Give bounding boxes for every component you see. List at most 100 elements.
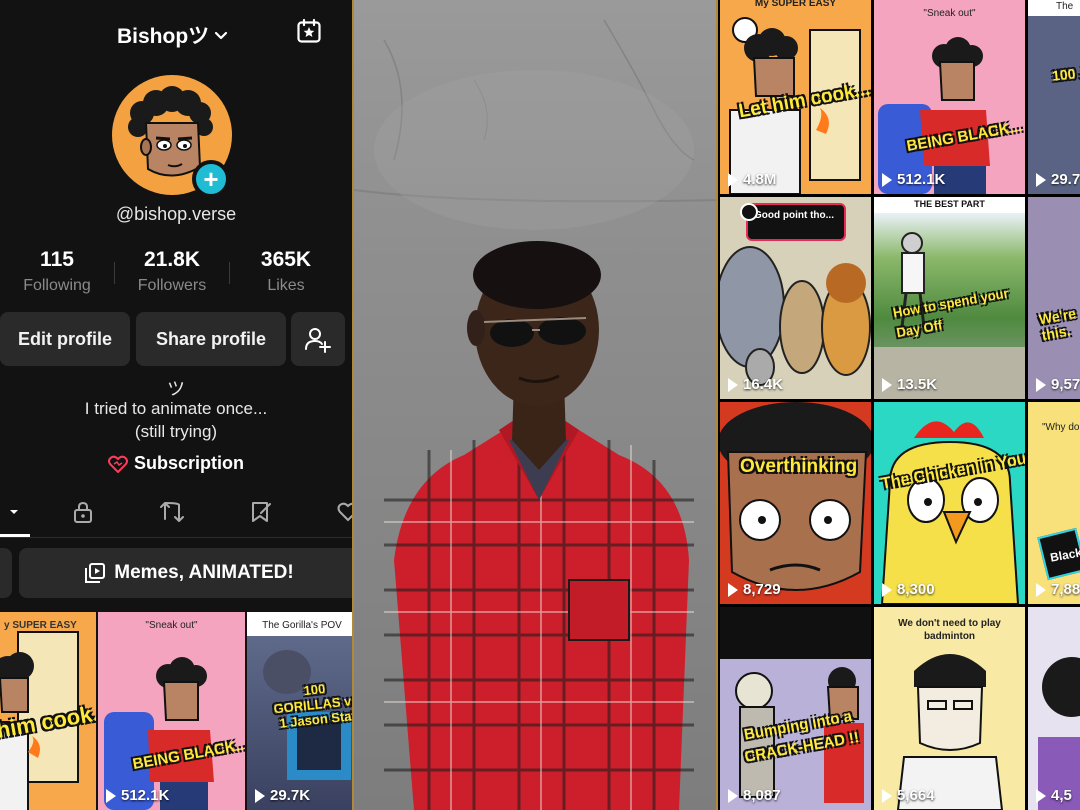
thumb-caption: 100 J	[1051, 64, 1080, 84]
following-count: 115	[40, 248, 74, 271]
video-thumbnail[interactable]: We don't need to play badminton 5,664	[874, 607, 1025, 810]
photo-panel	[352, 0, 718, 810]
video-grid: My SUPER EASY Let him cook... 4.8M "Snea…	[718, 0, 1080, 810]
thumb-illustration	[104, 657, 214, 810]
bio-line-2: (still trying)	[134, 422, 218, 441]
thumb-caption: We're this.	[1037, 305, 1078, 344]
add-story-button[interactable]: +	[192, 160, 230, 198]
play-icon	[728, 172, 738, 187]
lock-icon	[74, 501, 92, 523]
thumb-illustration	[878, 37, 990, 194]
profile-header: Bishopツ ⋮	[0, 18, 352, 48]
view-count-value: 4.8M	[743, 171, 777, 188]
video-thumbnail[interactable]: Bumping into a CRACK-HEAD !! 8,087	[720, 607, 871, 810]
view-count: 5,664	[882, 787, 935, 804]
view-count: 512.1K	[106, 787, 169, 804]
video-thumbnail[interactable]: Overthinking 8,729	[720, 402, 871, 604]
video-thumbnail[interactable]: The Gorilla's POV 100 GORILLAS vs 1 Jaso…	[247, 612, 352, 810]
play-icon	[1036, 172, 1046, 187]
stat-divider	[229, 262, 230, 284]
view-count: 9,57	[1036, 376, 1080, 393]
more-icon[interactable]: ⋮	[344, 20, 352, 46]
video-thumbnail[interactable]: "Sneak out" BEING BLACK... 512.1K	[874, 0, 1025, 194]
view-count-value: 7,88	[1051, 581, 1080, 598]
repost-icon	[160, 502, 184, 522]
playlist-chip[interactable]: Memes, ANIMATED!	[19, 548, 352, 598]
view-count-value: 9,57	[1051, 376, 1080, 393]
video-thumbnail[interactable]: The 100 J 29.7	[1028, 0, 1080, 194]
edit-profile-button[interactable]: Edit profile	[0, 312, 130, 366]
video-thumbnail[interactable]: y SUPER EASY him cook...	[0, 612, 96, 810]
view-count-value: 4,5	[1051, 787, 1072, 804]
view-count: 29.7K	[255, 787, 310, 804]
tab-favorites[interactable]	[247, 498, 275, 526]
thumb-top-caption: The	[1056, 1, 1074, 12]
view-count-value: 8,087	[743, 787, 781, 804]
chevron-down-icon	[10, 510, 18, 514]
person-photo	[354, 19, 716, 810]
stats-row: 115 Following 21.8K Followers 365K Likes	[0, 248, 352, 298]
video-thumbnail[interactable]: "Sneak out" BEING BLACK... 512.1K	[98, 612, 245, 810]
followers-count: 21.8K	[143, 248, 201, 271]
view-count: 4.8M	[728, 171, 776, 188]
view-count: 8,087	[728, 787, 781, 804]
playlist-label: Memes, ANIMATED!	[114, 562, 294, 583]
view-count-value: 512.1K	[897, 171, 946, 188]
view-count: 13.5K	[882, 376, 937, 393]
tab-liked[interactable]	[334, 498, 352, 526]
view-count: 8,729	[728, 581, 781, 598]
stat-divider	[114, 262, 115, 284]
add-friend-button[interactable]	[291, 312, 345, 366]
view-count-value: 16.4K	[743, 376, 784, 393]
stat-following[interactable]: 115 Following	[2, 248, 112, 295]
video-thumbnail[interactable]: We're this. 9,57	[1028, 197, 1080, 399]
bio-symbol: ツ	[167, 379, 185, 399]
thumb-illustration	[720, 402, 871, 591]
username-switcher[interactable]: Bishopツ	[117, 20, 229, 50]
playlist-chip-previous[interactable]	[0, 548, 12, 598]
thumb-illustration	[1038, 657, 1080, 810]
play-icon	[728, 582, 738, 597]
thumb-illustration	[880, 421, 1020, 604]
share-profile-button[interactable]: Share profile	[136, 312, 286, 366]
thumb-caption: 100 GORILLAS vs 1 Jason Stat	[272, 680, 352, 731]
video-thumbnail[interactable]: THE BEST PART How to spend your Day Off …	[874, 197, 1025, 399]
video-thumbnail[interactable]: "Why do Black 7,88	[1028, 402, 1080, 604]
play-icon	[882, 172, 892, 187]
view-count-value: 8,729	[743, 581, 781, 598]
chevron-down-icon	[215, 31, 228, 40]
bookmark-icon	[252, 502, 271, 522]
tab-reposts[interactable]	[158, 498, 186, 526]
view-count-value: 5,664	[897, 787, 935, 804]
playlist-icon	[85, 563, 106, 583]
video-thumbnail[interactable]: My SUPER EASY Let him cook... 4.8M	[720, 0, 871, 194]
tab-active-indicator	[0, 534, 30, 537]
followers-label: Followers	[137, 277, 207, 294]
subscription-link[interactable]: Subscription	[0, 453, 352, 474]
tiktok-logo-icon	[740, 203, 758, 221]
play-icon	[106, 788, 116, 803]
stat-followers[interactable]: 21.8K Followers	[117, 248, 227, 295]
thumb-top-caption: "Why do	[1042, 422, 1080, 433]
bio-line-1: I tried to animate once...	[84, 399, 268, 418]
view-count: 512.1K	[882, 171, 945, 188]
subscription-label: Subscription	[133, 453, 244, 473]
calendar-star-icon[interactable]	[296, 18, 322, 44]
view-count-value: 29.7	[1051, 171, 1080, 188]
profile-panel: Bishopツ ⋮ + @bis	[0, 0, 352, 810]
video-thumbnail[interactable]: The Chicken in Your dream 8,300	[874, 402, 1025, 604]
user-handle: @bishop.verse	[115, 204, 237, 224]
video-thumbnail[interactable]: 4,5	[1028, 607, 1080, 810]
view-count: 29.7	[1036, 171, 1080, 188]
stat-likes[interactable]: 365K Likes	[231, 248, 341, 295]
play-icon	[882, 582, 892, 597]
tab-videos[interactable]	[0, 498, 28, 526]
video-thumbnail[interactable]: Good point tho... 16.4K	[720, 197, 871, 399]
view-count-value: 29.7K	[270, 787, 311, 804]
view-count: 7,88	[1036, 581, 1080, 598]
likes-count: 365K	[260, 248, 312, 271]
tab-private[interactable]	[69, 498, 97, 526]
likes-label: Likes	[267, 277, 305, 294]
play-icon	[882, 788, 892, 803]
thumb-illustration	[896, 654, 1004, 810]
